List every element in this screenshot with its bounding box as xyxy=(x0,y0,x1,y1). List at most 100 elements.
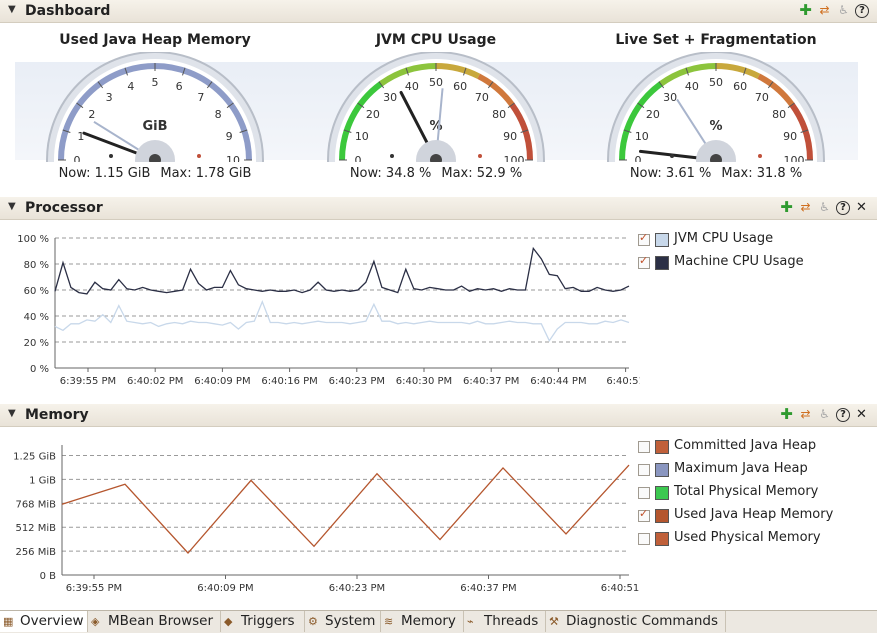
collapse-memory-icon[interactable]: ▼ xyxy=(8,408,16,419)
y-tick-label: 1 GiB xyxy=(29,475,56,486)
add-icon[interactable]: ✚ xyxy=(798,3,813,18)
pin-icon[interactable]: ♿ xyxy=(817,407,832,422)
threads-icon: ⌁ xyxy=(467,615,474,628)
gauge-tick-label: 40 xyxy=(405,80,419,93)
gauge-tick-label: 2 xyxy=(88,108,95,121)
tab-label: Diagnostic Commands xyxy=(566,613,719,629)
gauge-tick-label: 90 xyxy=(503,130,517,143)
legend-item[interactable]: JVM CPU Usage xyxy=(638,231,868,249)
tab-threads[interactable]: ⌁ Threads xyxy=(464,611,546,632)
overview-icon: ▦ xyxy=(3,615,14,628)
legend-checkbox[interactable] xyxy=(638,487,650,499)
gauge-readout: Now: 34.8 % Max: 52.9 % xyxy=(316,166,556,181)
x-tick-label: 6:40:44 PM xyxy=(530,376,586,387)
y-tick-label: 768 MiB xyxy=(15,499,56,510)
gauge-dot xyxy=(478,154,482,158)
legend-checkbox[interactable] xyxy=(638,507,650,522)
gauge-tick-label: 0 xyxy=(74,154,81,162)
gauge-readout: Now: 3.61 % Max: 31.8 % xyxy=(596,166,836,181)
tab-overview[interactable]: ▦ Overview xyxy=(0,611,88,632)
gauge-max-value: Max: 31.8 % xyxy=(721,166,803,181)
processor-toolbar: ✚ ⇄ ♿ ? ✕ xyxy=(779,200,869,216)
tab-diagnostic-commands[interactable]: ⚒ Diagnostic Commands xyxy=(546,611,726,632)
gauge-tick-label: 100 xyxy=(504,154,525,162)
gauge-title: Live Set + Fragmentation xyxy=(615,32,817,48)
x-tick-label: 6:40:23 PM xyxy=(329,583,385,594)
legend-color-swatch xyxy=(655,486,669,500)
gauge-dial: 010203040 50 60708090100% xyxy=(607,52,825,162)
legend-checkbox[interactable] xyxy=(638,464,650,476)
refresh-icon[interactable]: ⇄ xyxy=(798,407,813,422)
processor-title: Processor xyxy=(25,200,103,216)
gauge-tick-label: 50 xyxy=(429,76,443,89)
close-icon[interactable]: ✕ xyxy=(854,407,869,422)
refresh-icon[interactable]: ⇄ xyxy=(798,200,813,215)
refresh-icon[interactable]: ⇄ xyxy=(817,3,832,18)
close-icon[interactable]: ✕ xyxy=(854,200,869,215)
tab-label: Triggers xyxy=(241,613,295,629)
y-tick-label: 1.25 GiB xyxy=(13,452,56,463)
legend-label: Total Physical Memory xyxy=(674,484,819,499)
y-tick-label: 60 % xyxy=(24,286,49,297)
gauge-tick-label: 10 xyxy=(635,130,649,143)
dashboard-toolbar: ✚ ⇄ ♿ ? xyxy=(798,3,869,18)
legend-item[interactable]: Committed Java Heap xyxy=(638,438,868,456)
gauge-tick-label: 40 xyxy=(685,80,699,93)
collapse-processor-icon[interactable]: ▼ xyxy=(8,201,16,212)
add-icon[interactable]: ✚ xyxy=(779,200,794,215)
tab-memory[interactable]: ≋ Memory xyxy=(381,611,464,632)
gauge-dial: 010203040 50 60708090100% xyxy=(327,52,545,162)
gauge-tick-label: 3 xyxy=(106,91,113,104)
gauge-readout: Now: 1.15 GiB Max: 1.78 GiB xyxy=(35,166,275,181)
tab-mbean-browser[interactable]: ◈ MBean Browser xyxy=(88,611,221,632)
gauge-tick-label: 10 xyxy=(226,154,240,162)
diagnostic-icon: ⚒ xyxy=(549,615,559,628)
legend-label: Machine CPU Usage xyxy=(674,254,804,269)
legend-item[interactable]: Used Java Heap Memory xyxy=(638,507,868,525)
legend-item[interactable]: Maximum Java Heap xyxy=(638,461,868,479)
pin-icon[interactable]: ♿ xyxy=(817,200,832,215)
pin-icon[interactable]: ♿ xyxy=(836,3,851,18)
x-tick-label: 6:40:30 PM xyxy=(396,376,452,387)
add-icon[interactable]: ✚ xyxy=(779,407,794,422)
triggers-icon: ◆ xyxy=(224,615,233,628)
legend-label: Maximum Java Heap xyxy=(674,461,808,476)
memory-chart: 0 B 256 MiB 512 MiB 768 MiB 1 GiB 1.25 GiB 6:3… xyxy=(13,445,639,594)
x-tick-label: 6:39:55 PM xyxy=(66,583,122,594)
legend-label: Committed Java Heap xyxy=(674,438,817,453)
legend-checkbox[interactable] xyxy=(638,254,650,269)
tab-triggers[interactable]: ◆ Triggers xyxy=(221,611,305,632)
processor-chart: 0 % 20 % 40 % 60 % 80 % 100 % 6:39:55 PM 6:40:0… xyxy=(17,234,640,387)
memory-legend: Committed Java Heap Maximum Java Heap Tota… xyxy=(638,438,868,553)
memory-header: ▼ Memory ✚ ⇄ ♿ ? ✕ xyxy=(0,404,877,427)
y-tick-label: 20 % xyxy=(24,338,49,349)
gauge-tick-label: 4 xyxy=(127,80,134,93)
gauge-tick-label: 70 xyxy=(475,91,489,104)
gauge-max-value: Max: 1.78 GiB xyxy=(160,166,252,181)
legend-color-swatch xyxy=(655,509,669,523)
legend-checkbox[interactable] xyxy=(638,441,650,453)
legend-item[interactable]: Machine CPU Usage xyxy=(638,254,868,272)
gauge-max-value: Max: 52.9 % xyxy=(441,166,523,181)
help-icon[interactable]: ? xyxy=(836,200,850,215)
collapse-dashboard-icon[interactable]: ▼ xyxy=(8,4,16,15)
gauge-dot xyxy=(390,154,394,158)
gauge-now-value: Now: 34.8 % xyxy=(349,166,432,181)
legend-item[interactable]: Used Physical Memory xyxy=(638,530,868,548)
system-icon: ⚙ xyxy=(308,615,318,628)
x-tick-label: 6:40:09 PM xyxy=(194,376,250,387)
bottom-tab-bar: ▦ Overview ◈ MBean Browser ◆ Triggers ⚙ System ≋… xyxy=(0,610,877,633)
gauge-dot xyxy=(670,154,674,158)
help-icon[interactable]: ? xyxy=(855,3,869,18)
legend-checkbox[interactable] xyxy=(638,231,650,246)
memory-title: Memory xyxy=(25,407,89,423)
gauge-unit: % xyxy=(429,119,442,134)
memory-icon: ≋ xyxy=(384,615,394,628)
legend-item[interactable]: Total Physical Memory xyxy=(638,484,868,502)
tab-system[interactable]: ⚙ System xyxy=(305,611,381,632)
legend-checkbox[interactable] xyxy=(638,533,650,545)
help-icon[interactable]: ? xyxy=(836,407,850,422)
x-tick-label: 6:39:55 PM xyxy=(60,376,116,387)
y-tick-label: 40 % xyxy=(24,312,49,323)
gauge-tick-label: 0 xyxy=(355,154,362,162)
